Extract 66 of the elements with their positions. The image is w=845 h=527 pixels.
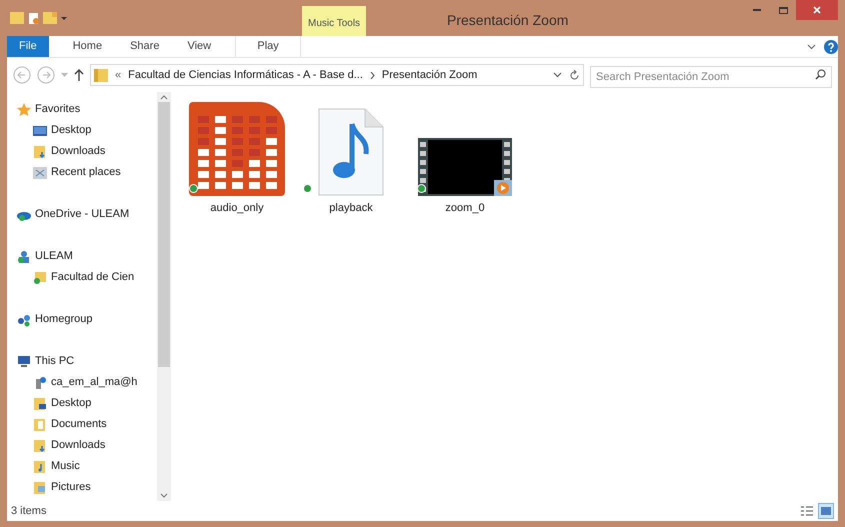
address-bar[interactable]: « Facultad de Ciencias Informáticas - A - Base d... Presentación Zoom [90, 64, 584, 86]
folder-icon [33, 270, 47, 284]
network-drive-icon [33, 376, 47, 390]
nav-item[interactable]: Music [17, 457, 157, 476]
desktop-folder-icon [33, 396, 47, 410]
ribbon-tab[interactable]: View [173, 36, 226, 57]
nav-item[interactable]: Favorites [17, 100, 157, 119]
nav-item[interactable]: Desktop [17, 394, 157, 413]
star-icon [17, 102, 31, 116]
nav-item[interactable]: ca_em_al_ma@h [17, 373, 157, 392]
refresh-icon[interactable] [569, 70, 580, 80]
video-file-icon [418, 138, 512, 196]
recent-places-icon [33, 166, 47, 180]
scrollbar[interactable] [157, 92, 171, 501]
nav-item[interactable]: Downloads [17, 436, 157, 455]
large-icons-view-button[interactable] [818, 503, 834, 519]
ribbon-tab[interactable]: Share [116, 36, 174, 57]
dropdown-icon[interactable] [553, 72, 562, 78]
overflow-chevron[interactable]: « [115, 66, 122, 84]
user-icon [17, 250, 31, 264]
equalizer-file-icon [189, 102, 285, 196]
breadcrumb[interactable]: Facultad de Ciencias Informáticas - A - Base d... [128, 66, 363, 84]
file-name[interactable]: audio_only [210, 200, 264, 216]
folder-icon [94, 68, 108, 82]
computer-icon [17, 354, 31, 368]
search-icon [815, 69, 826, 80]
nav-item[interactable]: Facultad de Cien [17, 268, 157, 287]
expand-ribbon-icon[interactable] [807, 44, 816, 50]
up-arrow-icon[interactable] [74, 69, 84, 81]
file-name[interactable]: zoom_0 [445, 200, 485, 216]
thumbnail-icon [820, 506, 832, 516]
context-tab-group: Music Tools [302, 6, 366, 36]
downloads-folder-icon [33, 144, 47, 158]
documents-folder-icon [33, 418, 47, 432]
nav-item[interactable]: Homegroup [17, 310, 157, 329]
properties-icon[interactable] [27, 12, 40, 24]
ribbon-tab[interactable]: Play [235, 36, 302, 57]
nav-item[interactable]: ULEAM [17, 247, 157, 266]
dropdown-icon[interactable] [60, 14, 68, 22]
file-menu-button[interactable]: File [7, 36, 49, 57]
music-folder-icon [33, 460, 47, 474]
window-title: Presentación Zoom [447, 11, 568, 30]
item-count: 3 items [11, 504, 46, 519]
search-field[interactable]: Search Presentación Zoom [590, 66, 832, 88]
help-icon[interactable] [824, 40, 838, 54]
nav-item[interactable]: Pictures [17, 478, 157, 497]
breadcrumb[interactable]: Presentación Zoom [382, 66, 478, 84]
nav-item[interactable]: Downloads [17, 142, 157, 161]
nav-item[interactable]: This PC [17, 352, 157, 371]
nav-item[interactable]: Documents [17, 415, 157, 434]
music-file-icon [318, 108, 384, 196]
close-icon [813, 6, 821, 14]
chevron-icon[interactable] [370, 72, 375, 78]
homegroup-icon [17, 312, 31, 326]
scroll-up-icon[interactable] [160, 94, 168, 100]
nav-item[interactable]: Recent places [17, 163, 157, 182]
ribbon-tab[interactable]: Home [58, 36, 116, 57]
list-icon [801, 506, 813, 516]
scroll-down-icon[interactable] [160, 493, 168, 499]
close-button[interactable] [796, 0, 838, 20]
nav-item[interactable]: OneDrive - ULEAM [17, 205, 157, 224]
file-name[interactable]: playback [329, 200, 373, 216]
nav-item[interactable]: Desktop [17, 121, 157, 140]
downloads-folder-icon [33, 438, 47, 452]
monitor-icon [33, 124, 47, 138]
pictures-folder-icon [33, 480, 47, 494]
